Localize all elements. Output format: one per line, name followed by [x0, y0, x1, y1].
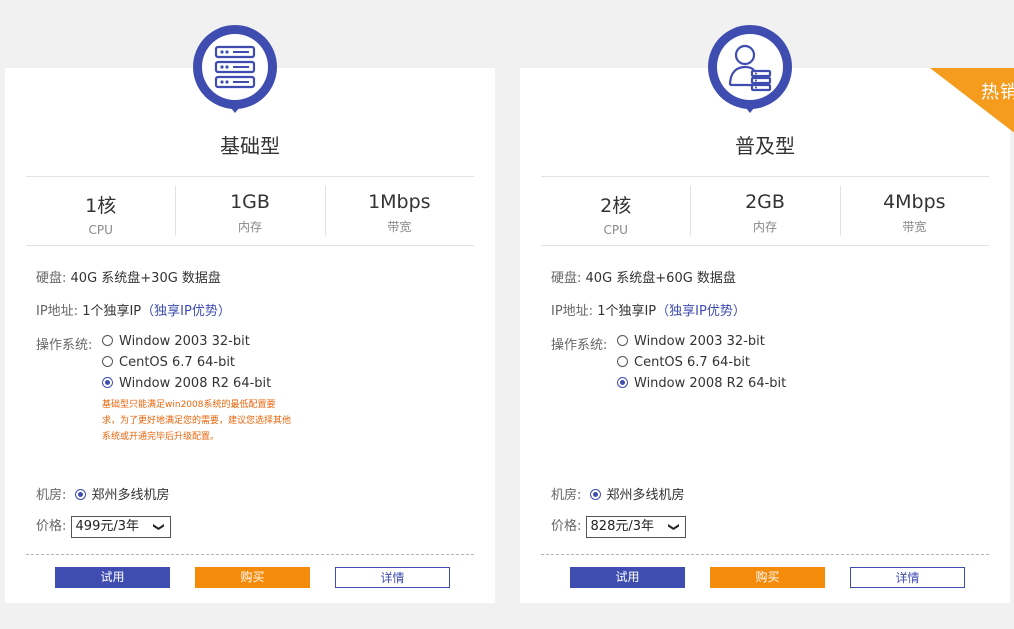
- price-label: 价格:: [36, 519, 67, 534]
- os-option-win2003[interactable]: Window 2003 32-bit: [617, 334, 765, 349]
- os-option-label: Window 2003 32-bit: [634, 334, 765, 349]
- room-row: 机房: 郑州多线机房: [551, 484, 685, 503]
- ip-value: 1个独享IP: [82, 304, 142, 319]
- os-option-centos[interactable]: CentOS 6.7 64-bit: [102, 355, 235, 370]
- spec-memory: 2GB 内存: [690, 177, 839, 245]
- os-option-win2008[interactable]: Window 2008 R2 64-bit: [102, 376, 271, 391]
- radio-icon[interactable]: [102, 356, 113, 367]
- os-label: 操作系统:: [551, 338, 608, 353]
- os-option-centos[interactable]: CentOS 6.7 64-bit: [617, 355, 750, 370]
- plan-title: 普及型: [735, 134, 795, 158]
- os-option-label: Window 2008 R2 64-bit: [634, 376, 787, 391]
- spec-bar: 1核 CPU 1GB 内存 1Mbps 带宽: [26, 176, 474, 246]
- os-option-win2008[interactable]: Window 2008 R2 64-bit: [617, 376, 786, 391]
- spec-bandwidth: 1Mbps 带宽: [324, 177, 474, 245]
- ip-advantage-link[interactable]: （独享IP优势）: [141, 304, 231, 319]
- disk-row: 硬盘: 40G 系统盘+60G 数据盘: [551, 267, 736, 286]
- os-option-win2003[interactable]: Window 2003 32-bit: [102, 334, 250, 349]
- spec-value: 2核: [600, 195, 632, 217]
- disk-value: 40G 系统盘+60G 数据盘: [585, 271, 736, 286]
- detail-button[interactable]: 详情: [335, 567, 450, 588]
- radio-icon[interactable]: [102, 335, 113, 346]
- price-row: 价格: 828元/3年 ❯: [551, 515, 686, 538]
- plan-title: 基础型: [220, 134, 280, 158]
- divider: [26, 554, 474, 555]
- ip-advantage-link[interactable]: （独享IP优势）: [656, 304, 746, 319]
- ip-label: IP地址:: [551, 304, 594, 319]
- user-server-icon: [728, 44, 772, 92]
- trial-button[interactable]: 试用: [570, 567, 685, 588]
- plan-emblem: [708, 25, 792, 113]
- room-label: 机房:: [551, 488, 582, 503]
- radio-selected-icon[interactable]: [589, 489, 601, 500]
- spec-label: 内存: [237, 220, 262, 234]
- chevron-down-icon: ❯: [152, 521, 166, 532]
- buy-button[interactable]: 购买: [195, 567, 310, 588]
- os-warning-note: 基础型只能满足win2008系统的最低配置要求，为了更好地满足您的需要，建议您选…: [102, 400, 292, 442]
- price-label: 价格:: [551, 519, 582, 534]
- spec-cpu: 1核 CPU: [26, 177, 175, 245]
- plan-card-basic: 基础型 1核 CPU 1GB 内存 1Mbps 带宽 硬盘: 40G 系统盘+3…: [5, 25, 495, 603]
- buy-button[interactable]: 购买: [710, 567, 825, 588]
- spec-label: 带宽: [902, 220, 927, 234]
- trial-button[interactable]: 试用: [55, 567, 170, 588]
- disk-value: 40G 系统盘+30G 数据盘: [70, 271, 221, 286]
- disk-label: 硬盘:: [36, 271, 67, 286]
- os-label: 操作系统:: [36, 338, 93, 353]
- room-value: 郑州多线机房: [606, 488, 685, 503]
- os-option-label: Window 2008 R2 64-bit: [119, 376, 272, 391]
- spec-value: 1核: [85, 195, 117, 217]
- os-option-label: CentOS 6.7 64-bit: [119, 355, 236, 370]
- hot-sale-label: 热销: [981, 82, 1014, 103]
- spec-label: CPU: [603, 223, 628, 237]
- os-option-label: CentOS 6.7 64-bit: [634, 355, 751, 370]
- radio-selected-icon[interactable]: [74, 489, 86, 500]
- spec-label: 带宽: [387, 220, 412, 234]
- ip-row: IP地址: 1个独享IP（独享IP优势）: [551, 300, 746, 319]
- plan-emblem: [193, 25, 277, 113]
- price-row: 价格: 499元/3年 ❯: [36, 515, 171, 538]
- spec-value: 1Mbps: [368, 191, 431, 213]
- price-select[interactable]: 828元/3年 ❯: [585, 515, 686, 538]
- spec-value: 4Mbps: [883, 191, 946, 213]
- chevron-down-icon: ❯: [667, 521, 681, 532]
- detail-button[interactable]: 详情: [850, 567, 965, 588]
- room-label: 机房:: [36, 488, 67, 503]
- os-option-label: Window 2003 32-bit: [119, 334, 250, 349]
- spec-memory: 1GB 内存: [175, 177, 324, 245]
- spec-cpu: 2核 CPU: [541, 177, 690, 245]
- room-row: 机房: 郑州多线机房: [36, 484, 170, 503]
- price-select-value: 828元/3年: [590, 518, 654, 534]
- spec-bar: 2核 CPU 2GB 内存 4Mbps 带宽: [541, 176, 989, 246]
- radio-selected-icon[interactable]: [617, 377, 628, 388]
- room-value: 郑州多线机房: [91, 488, 170, 503]
- ip-row: IP地址: 1个独享IP（独享IP优势）: [36, 300, 231, 319]
- ip-label: IP地址:: [36, 304, 79, 319]
- radio-selected-icon[interactable]: [102, 377, 113, 388]
- price-select[interactable]: 499元/3年 ❯: [70, 515, 171, 538]
- disk-row: 硬盘: 40G 系统盘+30G 数据盘: [36, 267, 221, 286]
- disk-label: 硬盘:: [551, 271, 582, 286]
- spec-bandwidth: 4Mbps 带宽: [839, 177, 989, 245]
- price-select-value: 499元/3年: [75, 518, 139, 534]
- server-rack-icon: [214, 45, 256, 89]
- ip-value: 1个独享IP: [597, 304, 657, 319]
- spec-label: 内存: [752, 220, 777, 234]
- radio-icon[interactable]: [617, 335, 628, 346]
- spec-label: CPU: [88, 223, 113, 237]
- spec-value: 2GB: [745, 191, 785, 213]
- plan-card-popular: 热销 普及型 2核 CPU 2GB 内存 4Mbps 带宽 硬盘: 40G 系统…: [520, 25, 1014, 603]
- divider: [541, 554, 989, 555]
- spec-value: 1GB: [230, 191, 270, 213]
- radio-icon[interactable]: [617, 356, 628, 367]
